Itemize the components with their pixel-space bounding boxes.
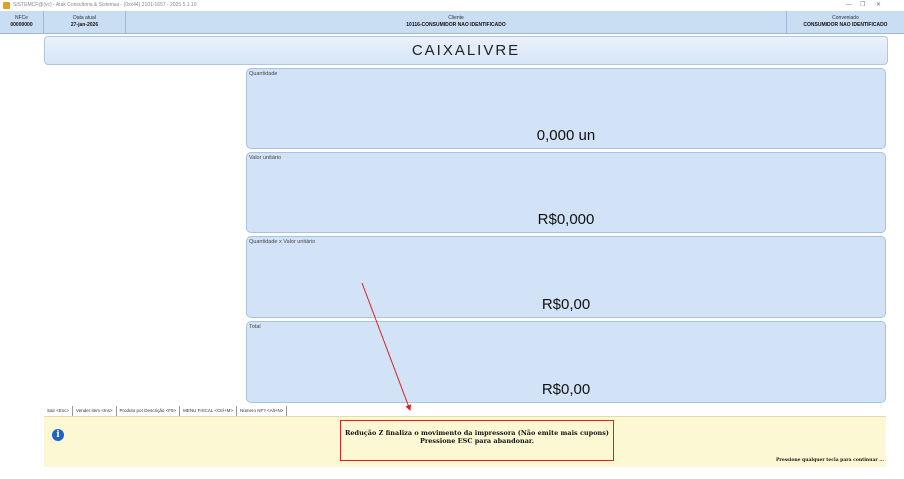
info-icon: i xyxy=(52,429,64,441)
restore-button[interactable]: ❐ xyxy=(860,0,865,11)
message-bar: i Redução Z finaliza o movimento da impr… xyxy=(44,416,886,467)
minimize-button[interactable]: — xyxy=(846,0,852,11)
total-panel: Total R$0,00 xyxy=(246,321,886,403)
total-label: Total xyxy=(249,324,261,330)
nfce-cell: NFCe 00000000 xyxy=(0,11,44,33)
subtotal-panel: Quantidade x Valor unitário R$0,00 xyxy=(246,236,886,318)
fiscal-menu-shortcut[interactable]: MENU FISCAL <Ctrl+M> xyxy=(180,406,238,416)
window-title: SISTEMCF@(vc) - Atak Consultoria & Siste… xyxy=(13,2,197,8)
cashier-status: CAIXALIVRE xyxy=(44,36,888,65)
message-box: Redução Z finaliza o movimento da impres… xyxy=(340,420,614,461)
nfce-value: 00000000 xyxy=(10,22,33,28)
quantity-panel: Quantidade 0,000 un xyxy=(246,68,886,149)
agreement-value: CONSUMIDOR NAO IDENTIFICADO xyxy=(803,22,888,28)
quantity-value: 0,000 un xyxy=(536,127,596,144)
message-line-2: Pressione ESC para abandonar. xyxy=(419,437,535,445)
client-label: Cliente xyxy=(448,15,464,21)
continue-hint: Pressione qualquer tecla para continuar … xyxy=(775,458,884,463)
info-bar: NFCe 00000000 Data atual 27-jan-2026 Cli… xyxy=(0,11,904,34)
exit-shortcut[interactable]: Sair <Esc> xyxy=(44,406,74,416)
message-line-1: Redução Z finaliza o movimento da impres… xyxy=(345,429,609,437)
date-label: Data atual xyxy=(73,15,96,21)
sell-item-shortcut[interactable]: Vender item <Ins> xyxy=(73,406,117,416)
close-button[interactable]: ✕ xyxy=(876,0,881,11)
client-value: 10116-CONSUMIDOR NAO IDENTIFICADO xyxy=(406,22,506,28)
product-search-shortcut[interactable]: Produto por Descrição <F9> xyxy=(117,406,181,416)
date-value: 27-jan-2026 xyxy=(70,22,99,28)
agreement-label: Conveniado xyxy=(832,15,859,21)
client-cell: Cliente 10116-CONSUMIDOR NAO IDENTIFICAD… xyxy=(126,11,787,33)
invoice-number-shortcut[interactable]: Número NF? <Alt+N> xyxy=(237,406,288,416)
unit-price-panel: Valor unitário R$0,000 xyxy=(246,152,886,233)
unit-price-label: Valor unitário xyxy=(249,155,281,161)
shortcut-bar: Sair <Esc> Vender item <Ins> Produto por D… xyxy=(44,406,886,416)
total-value: R$0,00 xyxy=(541,381,591,398)
subtotal-label: Quantidade x Valor unitário xyxy=(249,239,316,245)
app-icon xyxy=(3,2,10,9)
unit-price-value: R$0,000 xyxy=(537,211,595,228)
quantity-label: Quantidade xyxy=(249,71,278,77)
subtotal-value: R$0,00 xyxy=(541,296,591,313)
date-cell: Data atual 27-jan-2026 xyxy=(44,11,126,33)
agreement-cell: Conveniado CONSUMIDOR NAO IDENTIFICADO xyxy=(787,11,904,33)
title-bar: SISTEMCF@(vc) - Atak Consultoria & Siste… xyxy=(0,0,904,11)
nfce-label: NFCe xyxy=(14,15,29,21)
